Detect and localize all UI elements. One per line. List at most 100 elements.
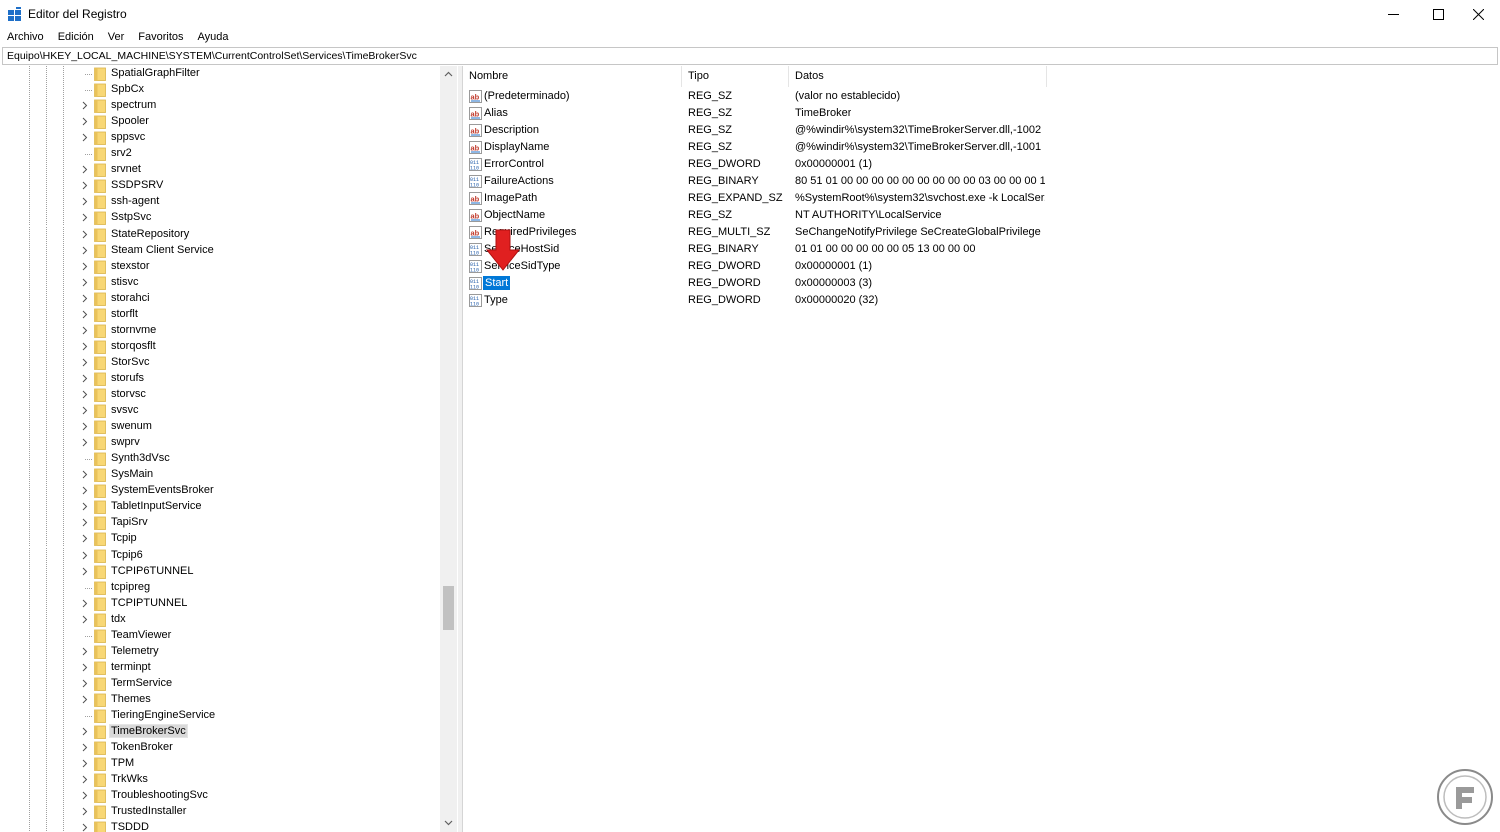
tree-item[interactable]: Telemetry bbox=[1, 643, 441, 660]
address-bar[interactable]: Equipo\HKEY_LOCAL_MACHINE\SYSTEM\Current… bbox=[2, 47, 1498, 65]
chevron-right-icon[interactable] bbox=[80, 534, 89, 543]
value-row[interactable]: ab (Predeterminado) REG_SZ (valor no establ… bbox=[463, 88, 1500, 105]
tree-item[interactable]: storvsc bbox=[1, 387, 441, 403]
tree-item[interactable]: TCPIPTUNNEL bbox=[1, 595, 441, 612]
value-row[interactable]: 011 110 ServiceHostSid REG_BINARY 01 01 00 0… bbox=[463, 241, 1500, 258]
tree-item[interactable]: TermService bbox=[1, 675, 441, 692]
tree-item[interactable]: SysMain bbox=[1, 467, 441, 484]
tree-item[interactable]: TrustedInstaller bbox=[1, 804, 441, 821]
chevron-right-icon[interactable] bbox=[80, 599, 89, 608]
value-row[interactable]: 011 110 ServiceSidType REG_DWORD 0x00000001 … bbox=[463, 258, 1500, 275]
values-list[interactable]: Nombre Tipo Datos ab (Predeterminado) REG_… bbox=[462, 66, 1499, 832]
chevron-right-icon[interactable] bbox=[80, 615, 89, 624]
tree-item[interactable]: srv2 bbox=[1, 146, 441, 163]
chevron-right-icon[interactable] bbox=[80, 197, 89, 206]
chevron-right-icon[interactable] bbox=[80, 374, 89, 383]
chevron-right-icon[interactable] bbox=[80, 679, 89, 688]
chevron-right-icon[interactable] bbox=[80, 727, 89, 736]
tree-item[interactable]: Steam Client Service bbox=[1, 242, 441, 259]
chevron-right-icon[interactable] bbox=[80, 390, 89, 399]
chevron-right-icon[interactable] bbox=[80, 101, 89, 110]
chevron-right-icon[interactable] bbox=[80, 358, 89, 367]
chevron-right-icon[interactable] bbox=[80, 743, 89, 752]
chevron-right-icon[interactable] bbox=[80, 502, 89, 511]
chevron-right-icon[interactable] bbox=[80, 422, 89, 431]
tree-item[interactable]: ssh-agent bbox=[1, 194, 441, 211]
tree-item[interactable]: stexstor bbox=[1, 258, 441, 275]
close-button[interactable] bbox=[1455, 0, 1500, 28]
tree-item[interactable]: Themes bbox=[1, 691, 441, 708]
chevron-right-icon[interactable] bbox=[80, 133, 89, 142]
menu-edicion[interactable]: Edición bbox=[51, 28, 101, 46]
chevron-right-icon[interactable] bbox=[80, 181, 89, 190]
tree-item[interactable]: stisvc bbox=[1, 274, 441, 291]
chevron-right-icon[interactable] bbox=[80, 230, 89, 239]
chevron-right-icon[interactable] bbox=[80, 791, 89, 800]
menu-ver[interactable]: Ver bbox=[101, 28, 132, 46]
value-row[interactable]: ab Description REG_SZ @%windir%\system32\Ti… bbox=[463, 122, 1500, 139]
value-row[interactable]: 011 110 Start REG_DWORD 0x00000003 (3) bbox=[463, 275, 1500, 292]
tree-item[interactable]: storufs bbox=[1, 370, 441, 387]
chevron-right-icon[interactable] bbox=[80, 310, 89, 319]
tree-item[interactable]: TSDDD bbox=[1, 820, 441, 832]
tree-item[interactable]: SpatialGraphFilter bbox=[1, 66, 441, 82]
value-row[interactable]: ab RequiredPrivileges REG_MULTI_SZ SeChange… bbox=[463, 224, 1500, 241]
tree-item[interactable]: TeamViewer bbox=[1, 627, 441, 644]
chevron-right-icon[interactable] bbox=[80, 117, 89, 126]
tree-item[interactable]: TabletInputService bbox=[1, 499, 441, 516]
value-row[interactable]: ab ObjectName REG_SZ NT AUTHORITY\LocalServ… bbox=[463, 207, 1500, 224]
chevron-right-icon[interactable] bbox=[80, 663, 89, 672]
tree-item[interactable]: SystemEventsBroker bbox=[1, 483, 441, 500]
tree-item[interactable]: TrkWks bbox=[1, 772, 441, 789]
chevron-right-icon[interactable] bbox=[80, 406, 89, 415]
tree-item[interactable]: tcpipreg bbox=[1, 579, 441, 596]
value-row[interactable]: 011 110 ErrorControl REG_DWORD 0x00000001 (1… bbox=[463, 156, 1500, 173]
chevron-right-icon[interactable] bbox=[80, 807, 89, 816]
chevron-right-icon[interactable] bbox=[80, 213, 89, 222]
value-row[interactable]: 011 110 Type REG_DWORD 0x00000020 (32) bbox=[463, 292, 1500, 309]
value-row[interactable]: ab DisplayName REG_SZ @%windir%\system32\Ti… bbox=[463, 139, 1500, 156]
value-row[interactable]: 011 110 FailureActions REG_BINARY 80 51 01 0… bbox=[463, 173, 1500, 190]
chevron-right-icon[interactable] bbox=[80, 262, 89, 271]
tree-item[interactable]: storahci bbox=[1, 290, 441, 307]
tree-item[interactable]: TapiSrv bbox=[1, 515, 441, 532]
scroll-down-icon[interactable] bbox=[444, 818, 453, 827]
scroll-thumb[interactable] bbox=[443, 586, 454, 630]
tree-item[interactable]: StorSvc bbox=[1, 354, 441, 371]
value-row[interactable]: ab ImagePath REG_EXPAND_SZ %SystemRoot%\sys… bbox=[463, 190, 1500, 207]
tree-item[interactable]: TieringEngineService bbox=[1, 708, 441, 724]
tree-item[interactable]: TokenBroker bbox=[1, 740, 441, 757]
tree-item[interactable]: swenum bbox=[1, 419, 441, 436]
column-header-type[interactable]: Tipo bbox=[682, 66, 789, 87]
chevron-right-icon[interactable] bbox=[80, 486, 89, 495]
chevron-right-icon[interactable] bbox=[80, 551, 89, 560]
tree-item[interactable]: Tcpip bbox=[1, 531, 441, 548]
value-row[interactable]: ab Alias REG_SZ TimeBroker bbox=[463, 105, 1500, 122]
tree-item[interactable]: TPM bbox=[1, 756, 441, 773]
tree-item[interactable]: sppsvc bbox=[1, 130, 441, 147]
tree-item[interactable]: StateRepository bbox=[1, 226, 441, 243]
tree-item[interactable]: swprv bbox=[1, 435, 441, 452]
tree-item[interactable]: storflt bbox=[1, 306, 441, 323]
chevron-right-icon[interactable] bbox=[80, 518, 89, 527]
menu-ayuda[interactable]: Ayuda bbox=[191, 28, 236, 46]
tree-item[interactable]: SstpSvc bbox=[1, 210, 441, 227]
tree-item[interactable]: TCPIP6TUNNEL bbox=[1, 563, 441, 580]
menu-archivo[interactable]: Archivo bbox=[0, 28, 51, 46]
chevron-right-icon[interactable] bbox=[80, 438, 89, 447]
minimize-button[interactable] bbox=[1370, 0, 1416, 28]
tree-item[interactable]: Spooler bbox=[1, 114, 441, 131]
column-header-name[interactable]: Nombre bbox=[463, 66, 682, 87]
chevron-right-icon[interactable] bbox=[80, 278, 89, 287]
tree-item[interactable]: Tcpip6 bbox=[1, 547, 441, 564]
tree-item[interactable]: svsvc bbox=[1, 403, 441, 420]
tree-item[interactable]: SSDPSRV bbox=[1, 178, 441, 195]
tree-item[interactable]: storqosflt bbox=[1, 338, 441, 355]
chevron-right-icon[interactable] bbox=[80, 759, 89, 768]
tree-item[interactable]: SpbCx bbox=[1, 82, 441, 99]
column-header-data[interactable]: Datos bbox=[789, 66, 1047, 87]
menu-favoritos[interactable]: Favoritos bbox=[131, 28, 190, 46]
chevron-right-icon[interactable] bbox=[80, 342, 89, 351]
tree-scrollbar[interactable] bbox=[440, 66, 457, 832]
chevron-right-icon[interactable] bbox=[80, 326, 89, 335]
